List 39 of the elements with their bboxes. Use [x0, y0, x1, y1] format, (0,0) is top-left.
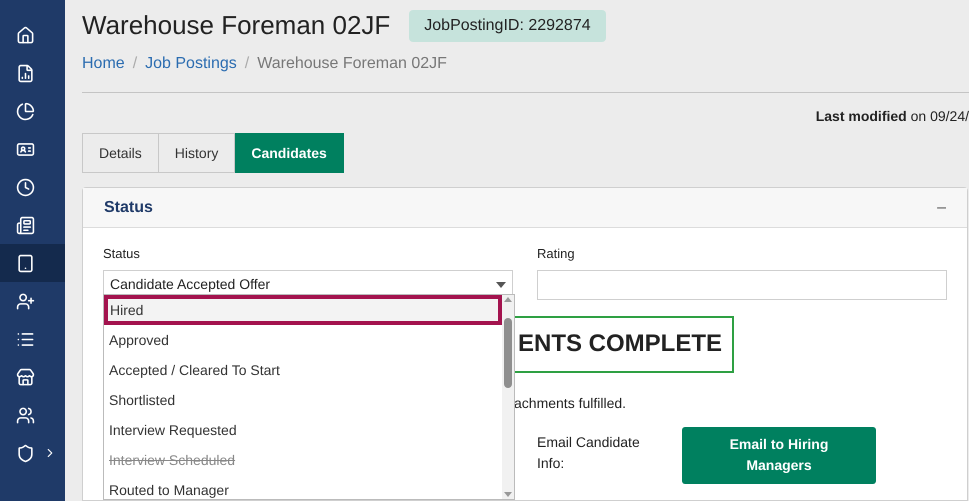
shield-icon	[16, 444, 35, 462]
field-label: Rating	[537, 245, 576, 263]
home-icon	[16, 26, 35, 44]
job-id-badge: JobPostingID: 2292874	[409, 10, 606, 42]
sidebar-item[interactable]	[0, 244, 65, 282]
dropdown-option[interactable]: Accepted / Cleared To Start	[104, 355, 502, 385]
collapse-button[interactable]: –	[937, 196, 946, 220]
tab[interactable]: History	[158, 133, 236, 173]
page-title: Warehouse Foreman 02JF	[82, 9, 390, 42]
dropdown-caret-icon	[496, 282, 506, 288]
dropdown-option[interactable]: Interview Requested	[104, 415, 502, 445]
add-user-icon	[16, 292, 35, 310]
dropdown-option[interactable]: Routed to Manager	[104, 475, 502, 499]
attachments-note: achments fulfilled.	[514, 394, 626, 410]
chart-document-icon	[16, 64, 35, 82]
field-label: Status	[103, 245, 141, 263]
tab[interactable]: Candidates	[235, 133, 344, 173]
breadcrumb-separator: /	[244, 54, 250, 74]
scrollbar-thumb[interactable]	[504, 318, 512, 388]
scrollbar[interactable]	[502, 295, 514, 499]
last-modified-text: Last modified on 09/24/	[816, 107, 969, 122]
tablet-icon	[16, 254, 35, 272]
newspaper-icon	[16, 216, 35, 234]
rating-field[interactable]	[537, 270, 947, 300]
email-label: Email Candidate Info:	[537, 432, 641, 472]
panel-title: Status	[104, 198, 153, 218]
dropdown-option[interactable]: Shortlisted	[104, 385, 502, 415]
store-icon	[16, 368, 35, 386]
email-button[interactable]: Email to Hiring Managers	[682, 426, 876, 484]
breadcrumb-link[interactable]: Home	[82, 52, 125, 76]
breadcrumb-link[interactable]: Job Postings	[145, 52, 237, 76]
dropdown-option[interactable]: Hired	[104, 295, 502, 325]
users-icon	[16, 406, 35, 424]
tab[interactable]: Details	[82, 133, 159, 173]
dropdown-option[interactable]: Approved	[104, 325, 502, 355]
breadcrumb-separator: /	[132, 54, 138, 74]
pie-chart-icon	[16, 102, 35, 120]
clock-icon	[16, 178, 35, 196]
breadcrumb-current: Warehouse Foreman 02JF	[257, 54, 447, 74]
